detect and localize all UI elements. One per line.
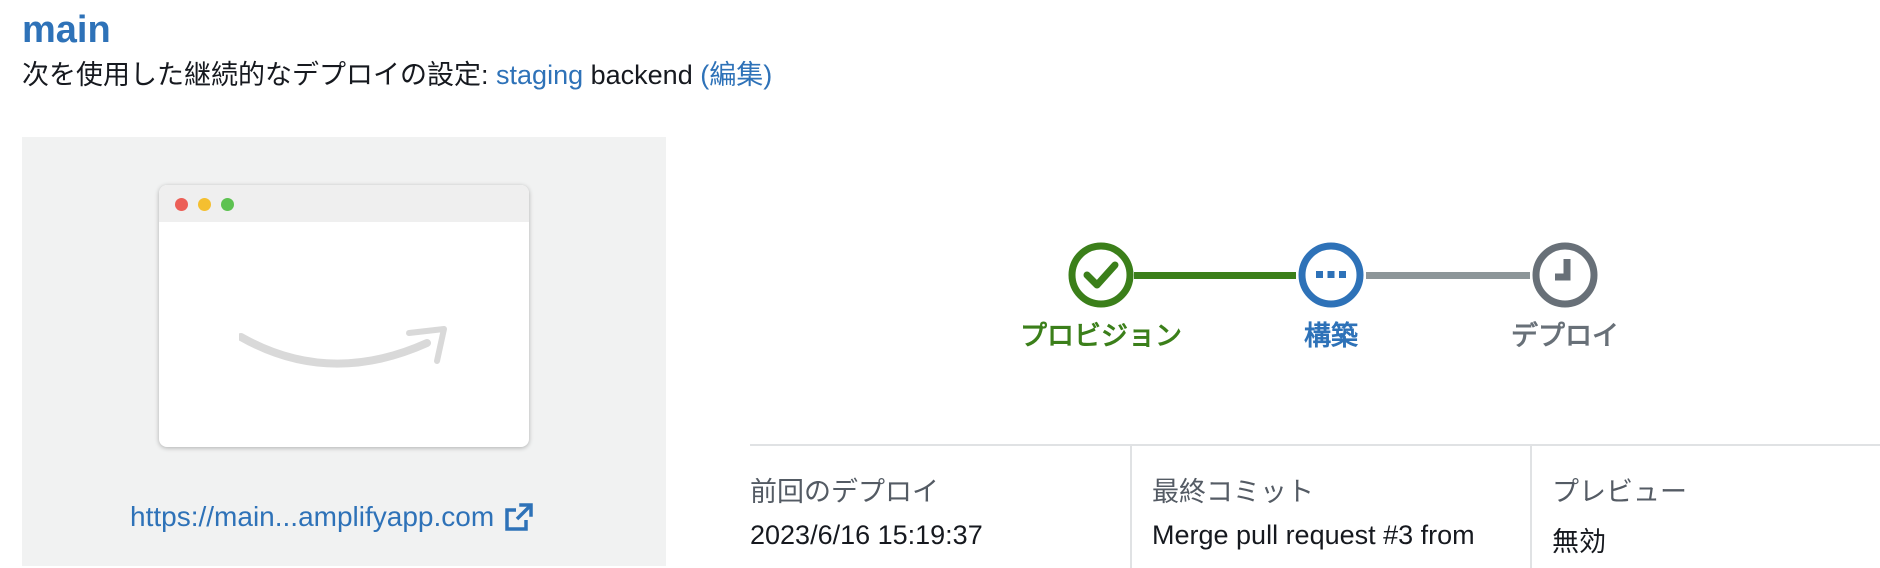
step-build-label: 構築 xyxy=(1304,321,1358,351)
last-deploy-value: 2023/6/16 15:19:37 xyxy=(750,520,983,550)
step-provision: プロビジョン xyxy=(1020,240,1182,351)
branch-title: main xyxy=(22,9,111,51)
step-deploy: デプロイ xyxy=(1511,240,1619,351)
deploy-settings-subtitle: 次を使用した継続的なデプロイの設定: staging backend (編集) xyxy=(22,56,772,94)
browser-window-icon xyxy=(159,185,529,447)
preview-value: 無効 xyxy=(1552,527,1606,557)
connector-provision-build xyxy=(1134,272,1296,279)
last-deploy-column: 前回のデプロイ 2023/6/16 15:19:37 xyxy=(750,446,1130,568)
connector-build-deploy xyxy=(1366,272,1530,279)
step-build: 構築 xyxy=(1296,240,1366,351)
subtitle-prefix: 次を使用した継続的なデプロイの設定: xyxy=(22,60,489,90)
last-commit-column: 最終コミット Merge pull request #3 from xyxy=(1130,446,1530,568)
last-commit-label: 最終コミット xyxy=(1152,477,1314,507)
in-progress-icon xyxy=(1298,242,1364,308)
clock-icon xyxy=(1532,242,1598,308)
window-minimize-dot xyxy=(198,198,211,211)
backend-label: backend xyxy=(590,60,693,90)
backend-env-link[interactable]: staging xyxy=(496,60,583,90)
edit-link[interactable]: (編集) xyxy=(700,60,772,90)
site-url-link[interactable]: https://main...amplifyapp.com xyxy=(130,499,534,535)
check-circle-icon xyxy=(1068,242,1134,308)
preview-panel: https://main...amplifyapp.com xyxy=(22,137,666,566)
amazon-smile-icon xyxy=(239,326,447,368)
external-link-icon xyxy=(505,503,533,531)
window-close-dot xyxy=(175,198,188,211)
browser-title-bar xyxy=(159,185,529,222)
deployment-pipeline: プロビジョン 構築 デプロイ xyxy=(1000,240,1660,360)
step-deploy-label: デプロイ xyxy=(1511,321,1619,351)
window-maximize-dot xyxy=(221,198,234,211)
last-deploy-label: 前回のデプロイ xyxy=(750,477,939,507)
preview-column: プレビュー 無効 xyxy=(1530,446,1880,568)
step-provision-label: プロビジョン xyxy=(1020,321,1182,351)
preview-label: プレビュー xyxy=(1552,477,1687,507)
site-url-text: https://main...amplifyapp.com xyxy=(130,501,495,532)
last-commit-value: Merge pull request #3 from xyxy=(1152,520,1475,550)
deployment-details: 前回のデプロイ 2023/6/16 15:19:37 最終コミット Merge … xyxy=(750,444,1880,568)
